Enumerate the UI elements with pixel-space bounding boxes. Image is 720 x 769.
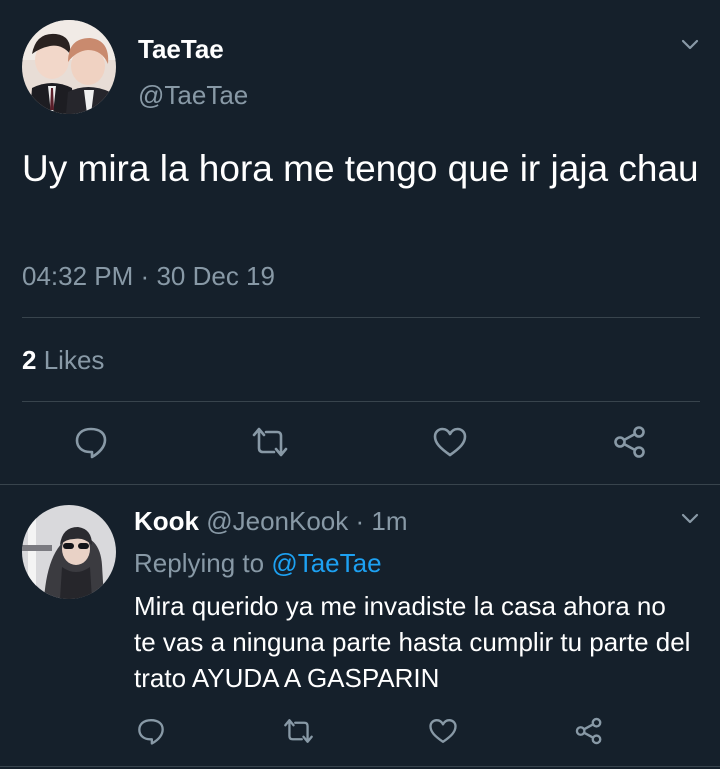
handle[interactable]: @TaeTae xyxy=(138,80,248,110)
reply-text: Mira querido ya me invadiste la casa aho… xyxy=(134,591,691,693)
replying-prefix: Replying to xyxy=(134,548,265,578)
handle[interactable]: @JeonKook xyxy=(206,506,348,536)
reply-header: Kook @JeonKook · 1m xyxy=(134,506,408,536)
display-name[interactable]: TaeTae xyxy=(138,34,224,64)
avatar[interactable] xyxy=(22,505,116,599)
like-icon[interactable] xyxy=(428,716,458,746)
tweet-time: 04:32 PM xyxy=(22,261,134,291)
avatar-image xyxy=(22,505,116,599)
likes-label: Likes xyxy=(43,345,105,375)
reply-icon[interactable] xyxy=(136,716,166,746)
like-icon[interactable] xyxy=(432,424,468,460)
reply-icon[interactable] xyxy=(73,424,109,460)
reply-age: 1m xyxy=(371,506,408,536)
chevron-down-icon[interactable] xyxy=(680,38,700,52)
tweet-timestamp: 04:32 PM · 30 Dec 19 xyxy=(22,260,275,292)
display-name[interactable]: Kook xyxy=(134,506,199,536)
likes-count: 2 xyxy=(22,345,37,375)
separator: · xyxy=(355,506,365,536)
retweet-icon[interactable] xyxy=(250,424,290,460)
share-icon[interactable] xyxy=(612,424,648,460)
tweet-text: Uy mira la hora me tengo que ir jaja cha… xyxy=(22,148,699,189)
chevron-down-icon[interactable] xyxy=(680,512,700,526)
section-divider xyxy=(0,484,720,485)
separator: · xyxy=(140,261,150,291)
likes-stat[interactable]: 2 Likes xyxy=(22,344,104,376)
replying-to: Replying to @TaeTae xyxy=(134,548,382,578)
divider xyxy=(22,317,700,318)
divider xyxy=(22,401,700,402)
tweet-date: 30 Dec 19 xyxy=(156,261,275,291)
avatar-image xyxy=(22,20,116,114)
bottom-divider xyxy=(0,766,720,767)
share-icon[interactable] xyxy=(574,716,604,746)
avatar[interactable] xyxy=(22,20,116,114)
retweet-icon[interactable] xyxy=(282,716,315,746)
replying-handle-link[interactable]: @TaeTae xyxy=(271,548,381,578)
